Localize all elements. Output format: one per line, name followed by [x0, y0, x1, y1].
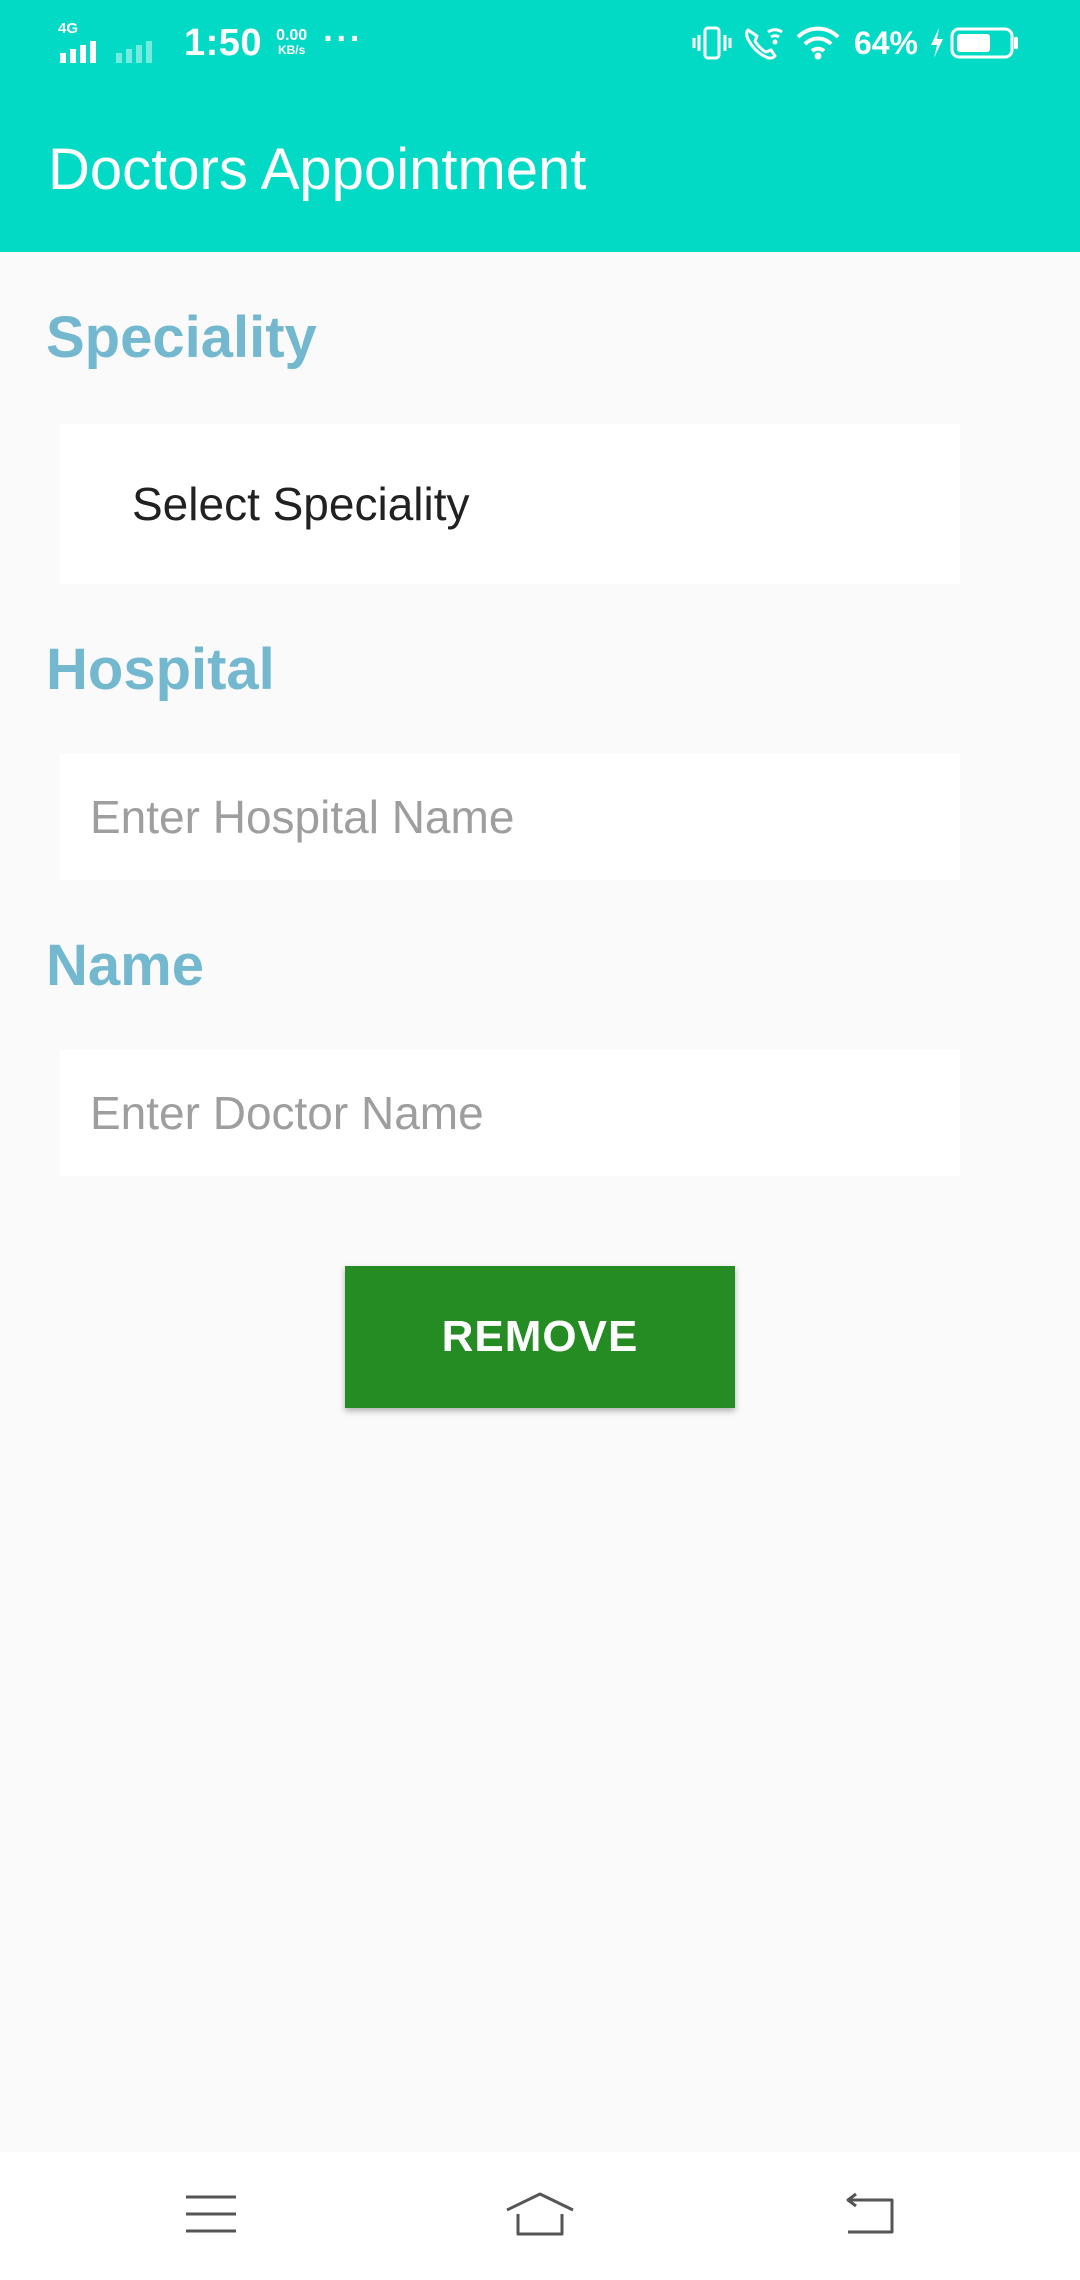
hospital-field-container [60, 754, 960, 880]
remove-button[interactable]: REMOVE [345, 1266, 735, 1408]
signal-strength-icon: 4G [58, 21, 106, 65]
battery-icon [950, 26, 1020, 60]
vibrate-icon [692, 25, 732, 61]
doctor-name-field-container [60, 1050, 960, 1176]
navigation-bar [0, 2152, 1080, 2280]
charging-icon [928, 26, 946, 60]
name-label: Name [46, 933, 204, 998]
speciality-spinner[interactable]: Select Speciality [60, 424, 960, 584]
status-time: 1:50 [184, 21, 263, 64]
back-button[interactable] [789, 2152, 949, 2280]
home-icon [504, 2190, 576, 2243]
status-left: 4G 1:50 0.00 KB/s ··· [58, 18, 363, 68]
speciality-selected-value: Select Speciality [132, 478, 470, 530]
home-button[interactable] [460, 2152, 620, 2280]
network-speed-unit: KB/s [277, 43, 306, 57]
wifi-calling-icon [742, 24, 786, 62]
page-title: Doctors Appointment [48, 137, 587, 202]
back-icon [842, 2192, 896, 2241]
menu-button[interactable] [131, 2152, 291, 2280]
signal-strength-secondary-icon [114, 21, 162, 65]
battery-percent: 64% [853, 24, 918, 61]
hospital-input[interactable] [60, 754, 960, 880]
status-right: 64% [682, 18, 1020, 68]
status-bar: 4G 1:50 0.00 KB/s ··· 64% [0, 0, 1080, 86]
network-speed-value: 0.00 [276, 27, 308, 44]
more-notifications-icon: ··· [323, 19, 364, 58]
network-type: 4G [58, 20, 79, 37]
wifi-icon [796, 25, 840, 61]
doctor-name-input[interactable] [60, 1050, 960, 1176]
speciality-label: Speciality [46, 305, 317, 370]
menu-icon [184, 2193, 238, 2240]
app-bar: Doctors Appointment [0, 86, 1080, 252]
hospital-label: Hospital [46, 637, 275, 702]
network-speed: 0.00 KB/s [276, 28, 307, 58]
